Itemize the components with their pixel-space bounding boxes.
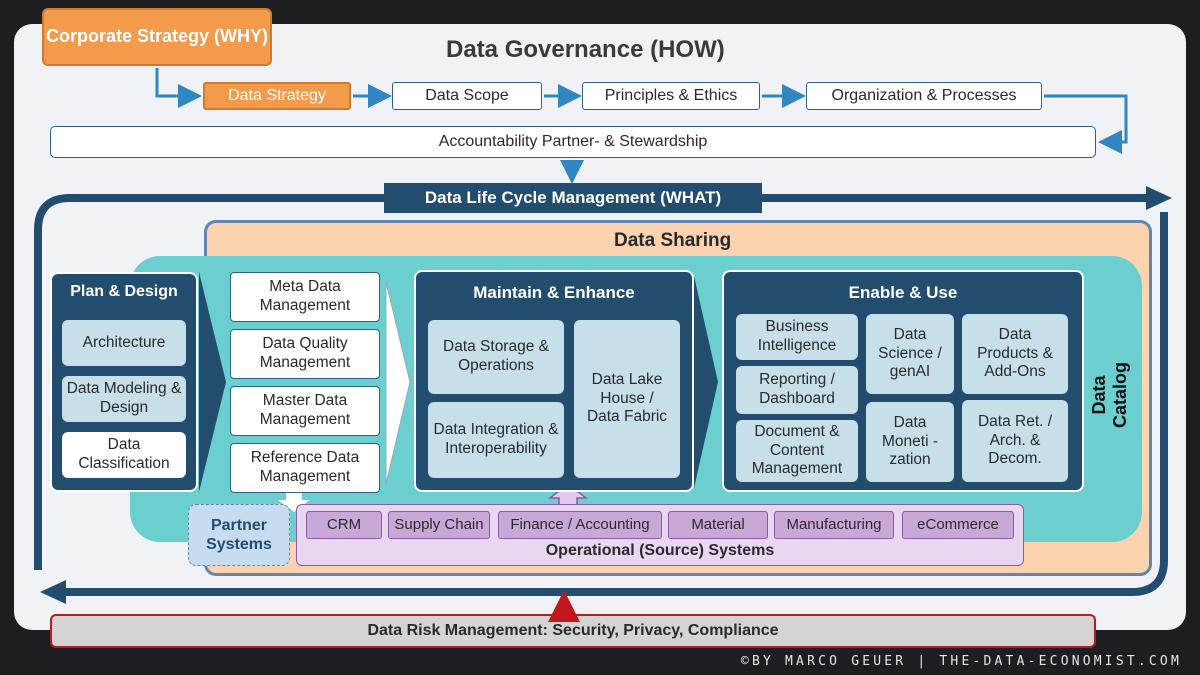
governance-connectors: [155, 68, 1128, 622]
footer-credit: ©BY MARCO GEUER | THE-DATA-ECONOMIST.COM: [740, 654, 1182, 669]
